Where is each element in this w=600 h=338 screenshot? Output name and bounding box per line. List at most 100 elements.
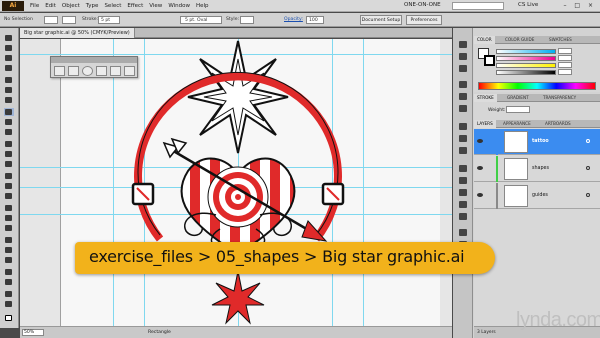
tab-layers[interactable]: LAYERS <box>474 120 496 128</box>
brushes-icon[interactable] <box>458 80 468 89</box>
visibility-eye-icon[interactable] <box>477 193 483 197</box>
flare-shape-icon[interactable] <box>124 66 135 76</box>
style-picker[interactable] <box>240 16 254 24</box>
stroke-icon[interactable] <box>458 122 468 131</box>
weight-input[interactable] <box>506 106 530 113</box>
pencil-tool-icon[interactable] <box>4 128 14 136</box>
color-guide-icon[interactable] <box>458 52 468 61</box>
gradient-tool-icon[interactable] <box>4 236 14 244</box>
cyan-value[interactable] <box>558 48 572 54</box>
visibility-eye-icon[interactable] <box>477 139 483 143</box>
eraser-tool-icon[interactable] <box>4 150 14 158</box>
cyan-slider[interactable] <box>496 49 556 54</box>
character-icon[interactable] <box>458 188 468 197</box>
window-controls[interactable]: – □ × <box>563 2 596 9</box>
tab-swatches[interactable]: SWATCHES <box>546 36 575 44</box>
tab-color[interactable]: COLOR <box>474 36 495 44</box>
graphic-styles-icon[interactable] <box>458 104 468 113</box>
help-search-input[interactable] <box>452 2 504 10</box>
brush-dropdown[interactable]: 5 pt. Oval <box>180 16 222 24</box>
type-tool-icon[interactable] <box>4 86 14 94</box>
menu-file[interactable]: File <box>30 3 39 9</box>
paragraph-icon[interactable] <box>458 200 468 209</box>
lasso-tool-icon[interactable] <box>4 64 14 72</box>
rotate-tool-icon[interactable] <box>4 160 14 168</box>
graph-tool-icon[interactable] <box>4 278 14 286</box>
polygon-shape-icon[interactable] <box>96 66 107 76</box>
yellow-value[interactable] <box>558 62 572 68</box>
menu-help[interactable]: Help <box>196 3 209 9</box>
menu-edit[interactable]: Edit <box>45 3 56 9</box>
stroke-color-picker[interactable] <box>62 16 76 24</box>
blob-brush-tool-icon[interactable] <box>4 140 14 148</box>
zoom-dropdown[interactable]: 50% <box>22 329 44 336</box>
free-transform-tool-icon[interactable] <box>4 192 14 200</box>
canvas[interactable] <box>20 39 452 326</box>
pen-tool-icon[interactable] <box>4 76 14 84</box>
appearance-icon[interactable] <box>458 164 468 173</box>
fill-color-picker[interactable] <box>44 16 58 24</box>
tab-appearance[interactable]: APPEARANCE <box>500 120 534 128</box>
tab-artboards[interactable]: ARTBOARDS <box>542 120 574 128</box>
zoom-tool-icon[interactable] <box>4 300 14 308</box>
star-shape-icon[interactable] <box>110 66 121 76</box>
opentype-icon[interactable] <box>458 212 468 221</box>
layer-name[interactable]: guides <box>532 193 548 198</box>
stroke-weight-input[interactable]: 5 pt <box>98 16 120 24</box>
magic-wand-tool-icon[interactable] <box>4 54 14 62</box>
tab-stroke[interactable]: STROKE <box>474 94 497 102</box>
black-value[interactable] <box>558 69 572 75</box>
opacity-link[interactable]: Opacity: <box>284 17 303 22</box>
layer-row-tattoo[interactable]: tattoo <box>474 129 600 155</box>
menu-view[interactable]: View <box>149 3 162 9</box>
shape-builder-tool-icon[interactable] <box>4 204 14 212</box>
direct-selection-tool-icon[interactable] <box>4 44 14 52</box>
yellow-slider[interactable] <box>496 63 556 68</box>
perspective-grid-tool-icon[interactable] <box>4 214 14 222</box>
mesh-tool-icon[interactable] <box>4 224 14 232</box>
blend-tool-icon[interactable] <box>4 256 14 264</box>
menu-effect[interactable]: Effect <box>127 3 143 9</box>
menu-window[interactable]: Window <box>168 3 190 9</box>
swatches-icon[interactable] <box>458 64 468 73</box>
visibility-eye-icon[interactable] <box>477 166 483 170</box>
symbol-sprayer-tool-icon[interactable] <box>4 268 14 276</box>
align-icon[interactable] <box>458 176 468 185</box>
opacity-input[interactable]: 100 <box>306 16 324 24</box>
ellipse-shape-icon[interactable] <box>82 66 93 76</box>
transparency-icon[interactable] <box>458 146 468 155</box>
menu-object[interactable]: Object <box>62 3 80 9</box>
magenta-value[interactable] <box>558 55 572 61</box>
layer-row-shapes[interactable]: shapes <box>474 156 600 182</box>
tab-color-guide[interactable]: COLOR GUIDE <box>502 36 537 44</box>
hand-tool-icon[interactable] <box>4 290 14 298</box>
target-circle-icon[interactable] <box>586 166 590 170</box>
tab-transparency[interactable]: TRANSPARENCY <box>540 94 579 102</box>
scale-tool-icon[interactable] <box>4 172 14 180</box>
rectangle-tool-icon[interactable] <box>4 108 14 116</box>
gradient-icon[interactable] <box>458 134 468 143</box>
target-circle-icon[interactable] <box>586 139 590 143</box>
width-tool-icon[interactable] <box>4 182 14 190</box>
menu-select[interactable]: Select <box>104 3 121 9</box>
stroke-swatch[interactable] <box>484 55 495 66</box>
floating-panel-titlebar[interactable] <box>51 57 137 63</box>
selection-tool-icon[interactable] <box>4 34 14 42</box>
line-tool-icon[interactable] <box>4 96 14 104</box>
black-slider[interactable] <box>496 70 556 75</box>
workspace-switcher[interactable]: ONE-ON-ONE <box>404 2 441 8</box>
layer-row-guides[interactable]: guides <box>474 183 600 209</box>
color-panel-icon[interactable] <box>458 40 468 49</box>
links-icon[interactable] <box>458 228 468 237</box>
fill-stroke-swatch-icon[interactable] <box>4 314 14 324</box>
tab-gradient[interactable]: GRADIENT <box>504 94 532 102</box>
layer-name[interactable]: tattoo <box>532 139 549 144</box>
layer-name[interactable]: shapes <box>532 166 549 171</box>
preferences-button[interactable]: Preferences <box>406 15 442 25</box>
menu-type[interactable]: Type <box>86 3 99 9</box>
eyedropper-tool-icon[interactable] <box>4 246 14 254</box>
rounded-rectangle-shape-icon[interactable] <box>68 66 79 76</box>
cs-live-button[interactable]: CS Live <box>518 2 538 8</box>
document-setup-button[interactable]: Document Setup <box>360 15 402 25</box>
symbols-icon[interactable] <box>458 92 468 101</box>
